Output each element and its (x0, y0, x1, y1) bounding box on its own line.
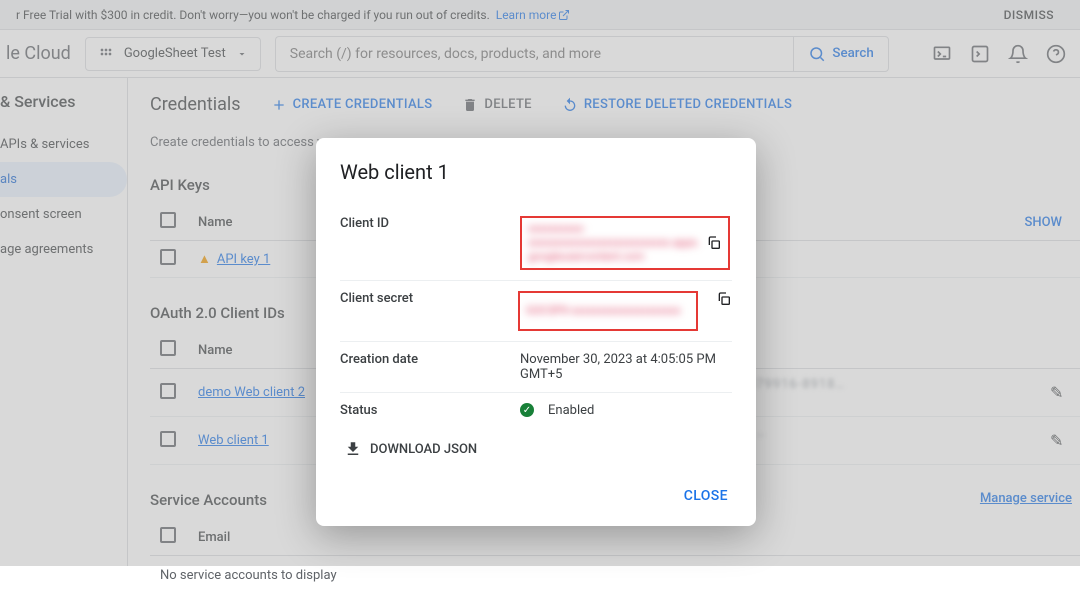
select-all-checkbox[interactable] (160, 340, 176, 356)
status-label: Status (340, 403, 520, 418)
sidebar-item-apis[interactable]: APIs & services (0, 127, 127, 162)
copy-icon[interactable] (706, 235, 722, 251)
plus-icon (271, 97, 287, 113)
banner-text: r Free Trial with $300 in credit. Don't … (16, 8, 490, 22)
select-all-checkbox[interactable] (160, 212, 176, 228)
row-checkbox[interactable] (160, 383, 176, 399)
learn-more-link[interactable]: Learn more (496, 8, 571, 22)
search-icon (808, 45, 826, 63)
restore-icon (562, 97, 578, 113)
row-checkbox[interactable] (160, 431, 176, 447)
search-button[interactable]: Search (793, 36, 888, 72)
modal-title: Web client 1 (340, 160, 732, 184)
edit-icon[interactable]: ✎ (1050, 431, 1063, 450)
client-secret-redacted: GOCSPX‑xxxxxxxxxxxxxxxxxxxx (518, 291, 698, 331)
row-checkbox[interactable] (160, 249, 176, 265)
create-credentials-button[interactable]: CREATE CREDENTIALS (271, 97, 433, 113)
close-button[interactable]: CLOSE (680, 480, 732, 512)
empty-state: No service accounts to display (150, 556, 1080, 595)
client-secret-label: Client secret (340, 291, 518, 306)
search-input[interactable] (275, 36, 794, 72)
terminal-icon[interactable] (970, 44, 990, 64)
manage-service-link[interactable]: Manage service (980, 491, 1072, 506)
free-trial-banner: r Free Trial with $300 in credit. Don't … (0, 0, 1080, 30)
notifications-icon[interactable] (1008, 44, 1028, 64)
external-link-icon (558, 9, 570, 21)
oauth-client-link[interactable]: demo Web client 2 (198, 385, 305, 400)
check-icon: ✓ (520, 403, 534, 417)
sidebar-item-consent[interactable]: onsent screen (0, 197, 127, 232)
creation-date-label: Creation date (340, 352, 520, 367)
client-id-redacted: xxxxxxxxxx‑xxxxxxxxxxxxxxxxxxxxxxxxxx.ap… (520, 216, 730, 270)
oauth-client-link[interactable]: Web client 1 (198, 433, 269, 448)
copy-icon[interactable] (716, 291, 732, 307)
page-title: Credentials (150, 94, 241, 115)
sidebar-title: & Services (0, 92, 127, 127)
cloud-shell-icon[interactable] (932, 44, 952, 64)
creation-date-value: November 30, 2023 at 4:05:05 PM GMT+5 (520, 352, 732, 382)
caret-down-icon (236, 48, 248, 60)
sidebar-item-credentials[interactable]: als (0, 162, 127, 197)
warning-icon: ▲ (198, 252, 211, 267)
project-name: GoogleSheet Test (124, 46, 226, 61)
sidebar: & Services APIs & services als onsent sc… (0, 78, 128, 566)
api-key-link[interactable]: API key 1 (217, 252, 270, 267)
status-value: ✓ Enabled (520, 403, 732, 418)
project-icon (98, 46, 114, 62)
select-all-checkbox[interactable] (160, 527, 176, 543)
dismiss-button[interactable]: DISMISS (1004, 8, 1054, 22)
client-id-label: Client ID (340, 216, 520, 231)
trash-icon (462, 97, 478, 113)
help-icon[interactable] (1046, 44, 1066, 64)
restore-button[interactable]: RESTORE DELETED CREDENTIALS (562, 97, 792, 113)
google-cloud-logo: le Cloud (6, 43, 71, 64)
download-icon (344, 440, 362, 458)
sidebar-item-agreements[interactable]: age agreements (0, 232, 127, 267)
edit-icon[interactable]: ✎ (1050, 383, 1063, 402)
delete-button[interactable]: DELETE (462, 97, 531, 113)
client-details-modal: Web client 1 Client ID xxxxxxxxxx‑xxxxxx… (316, 138, 756, 526)
project-selector[interactable]: GoogleSheet Test (85, 37, 261, 71)
topbar: le Cloud GoogleSheet Test Search (0, 30, 1080, 78)
download-json-button[interactable]: DOWNLOAD JSON (344, 440, 732, 458)
show-keys-button[interactable]: SHOW (1025, 215, 1063, 230)
